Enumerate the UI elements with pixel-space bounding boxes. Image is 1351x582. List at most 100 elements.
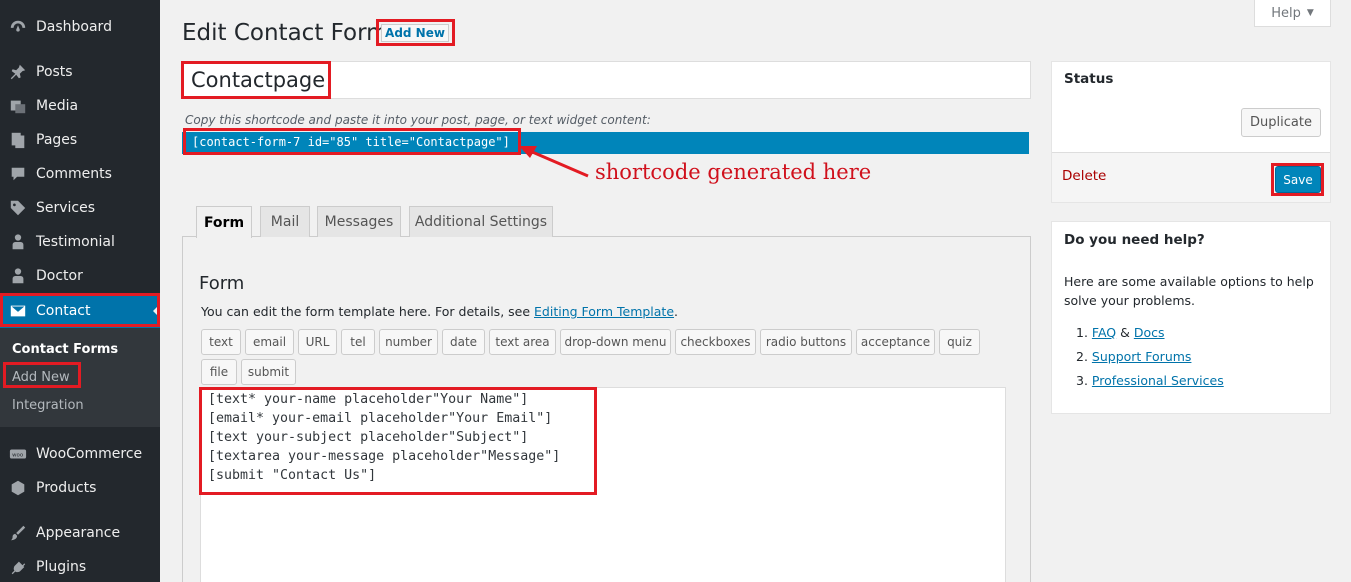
sidebar-item-label: Media — [36, 98, 79, 114]
form-title-input[interactable]: Contactpage — [182, 61, 1031, 99]
media-icon — [0, 97, 36, 115]
tag-button-email[interactable]: email — [245, 329, 294, 355]
faq-link[interactable]: FAQ — [1092, 325, 1116, 340]
delete-link[interactable]: Delete — [1062, 168, 1106, 184]
sidebar-item-comments[interactable]: Comments — [0, 157, 160, 191]
tab-additional-settings[interactable]: Additional Settings — [409, 206, 553, 237]
pages-icon — [0, 131, 36, 149]
help-list-item: 3. Professional Services — [1076, 373, 1224, 388]
pin-icon — [0, 63, 36, 81]
tag-button-number[interactable]: number — [379, 329, 438, 355]
sidebar-item-dashboard[interactable]: Dashboard — [0, 10, 160, 44]
active-arrow — [153, 304, 160, 318]
status-title: Status — [1064, 71, 1114, 87]
woo-icon: woo — [0, 445, 36, 463]
sidebar-item-label: Comments — [36, 166, 112, 182]
tag-button-tel[interactable]: tel — [341, 329, 375, 355]
form-description-suffix: . — [674, 304, 679, 319]
form-section-heading: Form — [199, 273, 245, 294]
tag-button-checkboxes[interactable]: checkboxes — [675, 329, 756, 355]
code-line: [submit "Contact Us"] — [208, 468, 377, 483]
save-button[interactable]: Save — [1275, 166, 1321, 193]
sidebar-item-woocommerce[interactable]: woo WooCommerce — [0, 437, 160, 471]
sidebar-item-label: Dashboard — [36, 19, 112, 35]
help-title: Do you need help? — [1064, 232, 1205, 248]
sidebar-item-label: Testimonial — [36, 234, 115, 250]
sidebar-item-label: Contact — [36, 303, 91, 319]
submenu-add-new[interactable]: Add New — [12, 370, 70, 385]
caret-down-icon: ▼ — [1306, 8, 1314, 18]
person-icon — [0, 233, 36, 251]
plug-icon — [0, 558, 36, 576]
help-text: Here are some available options to help … — [1064, 274, 1314, 308]
tab-messages[interactable]: Messages — [317, 206, 401, 237]
tag-icon — [0, 199, 36, 217]
code-line: [textarea your-message placeholder"Messa… — [208, 449, 561, 464]
shortcode-hint: Copy this shortcode and paste it into yo… — [185, 113, 651, 127]
svg-text:woo: woo — [12, 452, 23, 458]
comment-icon — [0, 165, 36, 183]
submenu-contact-forms[interactable]: Contact Forms — [12, 342, 118, 357]
sidebar-item-plugins[interactable]: Plugins — [0, 550, 160, 582]
admin-sidebar: Dashboard Posts Media Pages Comments Ser… — [0, 0, 160, 582]
sidebar-item-pages[interactable]: Pages — [0, 123, 160, 157]
tag-button-drop-down-menu[interactable]: drop-down menu — [560, 329, 671, 355]
box-icon — [0, 479, 36, 497]
sidebar-item-appearance[interactable]: Appearance — [0, 516, 160, 550]
sidebar-item-media[interactable]: Media — [0, 89, 160, 123]
tab-form[interactable]: Form — [196, 206, 252, 238]
help-tab[interactable]: Help ▼ — [1254, 0, 1331, 27]
list-number: 2. — [1076, 349, 1092, 364]
add-new-button[interactable]: Add New — [381, 24, 449, 42]
list-number: 1. — [1076, 325, 1092, 340]
brush-icon — [0, 524, 36, 542]
tab-mail[interactable]: Mail — [260, 206, 310, 237]
form-description-text: You can edit the form template here. For… — [201, 304, 535, 319]
sidebar-item-label: WooCommerce — [36, 446, 143, 462]
sidebar-item-doctor[interactable]: Doctor — [0, 259, 160, 293]
dashboard-icon — [0, 18, 36, 36]
ampersand: & — [1120, 325, 1130, 340]
tag-button-file[interactable]: file — [201, 359, 237, 385]
sidebar-item-contact[interactable]: Contact — [0, 294, 160, 328]
help-label: Help — [1271, 5, 1301, 21]
tag-button-acceptance[interactable]: acceptance — [856, 329, 935, 355]
annotation-arrow-icon — [519, 146, 589, 178]
form-description: You can edit the form template here. For… — [201, 304, 678, 319]
envelope-icon — [0, 302, 36, 320]
annotation-text: shortcode generated here — [595, 160, 872, 184]
submenu-integration[interactable]: Integration — [12, 398, 84, 413]
sidebar-item-label: Plugins — [36, 559, 87, 575]
sidebar-item-testimonial[interactable]: Testimonial — [0, 225, 160, 259]
page-title: Edit Contact Form — [182, 20, 389, 46]
person-icon — [0, 267, 36, 285]
docs-link[interactable]: Docs — [1134, 325, 1165, 340]
list-number: 3. — [1076, 373, 1092, 388]
sidebar-item-posts[interactable]: Posts — [0, 55, 160, 89]
professional-services-link[interactable]: Professional Services — [1092, 373, 1224, 388]
sidebar-item-services[interactable]: Services — [0, 191, 160, 225]
support-forums-link[interactable]: Support Forums — [1092, 349, 1192, 364]
sidebar-item-products[interactable]: Products — [0, 471, 160, 505]
duplicate-button[interactable]: Duplicate — [1241, 108, 1321, 137]
sidebar-item-label: Products — [36, 480, 97, 496]
tag-button-text-area[interactable]: text area — [489, 329, 556, 355]
code-line: [text your-subject placeholder"Subject"] — [208, 430, 529, 445]
tag-button-quiz[interactable]: quiz — [939, 329, 980, 355]
sidebar-item-label: Posts — [36, 64, 73, 80]
sidebar-item-label: Appearance — [36, 525, 121, 541]
form-title-value: Contactpage — [191, 68, 326, 92]
tag-button-date[interactable]: date — [442, 329, 485, 355]
shortcode-value: [contact-form-7 id="85" title="Contactpa… — [192, 135, 510, 149]
help-list-item: 2. Support Forums — [1076, 349, 1191, 364]
editing-form-template-link[interactable]: Editing Form Template — [534, 304, 674, 319]
tag-button-radio-buttons[interactable]: radio buttons — [760, 329, 852, 355]
code-line: [text* your-name placeholder"Your Name"] — [208, 392, 529, 407]
code-line: [email* your-email placeholder"Your Emai… — [208, 411, 553, 426]
help-list-item: 1. FAQ & Docs — [1076, 325, 1165, 340]
tag-button-url[interactable]: URL — [298, 329, 337, 355]
sidebar-item-label: Doctor — [36, 268, 83, 284]
tag-button-submit[interactable]: submit — [241, 359, 296, 385]
tag-button-text[interactable]: text — [201, 329, 241, 355]
sidebar-item-label: Services — [36, 200, 96, 216]
